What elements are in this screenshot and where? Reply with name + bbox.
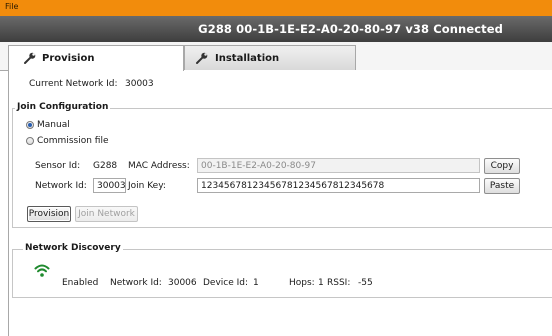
hops-label: Hops: xyxy=(289,278,315,288)
menu-file[interactable]: File xyxy=(5,2,18,11)
device-status-text: G288 00-1B-1E-E2-A0-20-80-97 v38 Connect… xyxy=(198,22,503,36)
rssi-value: -55 xyxy=(358,278,373,288)
join-config-border-bottom xyxy=(12,227,552,228)
network-discovery-border-left xyxy=(12,249,13,297)
mac-address-field[interactable]: 00-1B-1E-E2-A0-20-80-97 xyxy=(197,158,480,173)
current-network-label: Current Network Id: xyxy=(29,79,118,89)
current-network-value: 30003 xyxy=(125,79,154,89)
commission-file-label[interactable]: Commission file xyxy=(37,136,108,146)
paste-button[interactable]: Paste xyxy=(484,178,520,194)
wrench-icon xyxy=(24,52,36,64)
provision-button[interactable]: Provision xyxy=(27,206,71,222)
manual-label[interactable]: Manual xyxy=(37,120,70,130)
discovery-network-id-value: 30006 xyxy=(168,278,197,288)
network-id-label: Network Id: xyxy=(35,181,87,191)
rssi-label: RSSI: xyxy=(327,278,351,288)
wrench-icon xyxy=(196,52,208,64)
device-id-value: 1 xyxy=(253,278,259,288)
menu-bar: File xyxy=(0,0,552,16)
join-key-label: Join Key: xyxy=(128,181,166,191)
network-discovery-border-bottom xyxy=(12,297,552,298)
discovery-network-id-label: Network Id: xyxy=(110,278,162,288)
copy-button[interactable]: Copy xyxy=(484,158,520,174)
network-id-field[interactable]: 30003 xyxy=(93,178,126,193)
network-discovery-title: Network Discovery xyxy=(23,243,123,253)
wifi-icon xyxy=(34,264,50,277)
manual-radio[interactable] xyxy=(26,121,34,129)
tab-installation-label: Installation xyxy=(215,53,280,64)
tab-installation[interactable]: Installation xyxy=(184,45,356,70)
commission-file-radio[interactable] xyxy=(26,137,34,145)
join-key-field[interactable]: 12345678123456781234567812345678 xyxy=(197,178,480,193)
device-status-bar: G288 00-1B-1E-E2-A0-20-80-97 v38 Connect… xyxy=(0,16,552,42)
tab-strip: Provision Installation xyxy=(0,42,552,71)
sensor-id-value: G288 xyxy=(93,161,118,171)
join-config-title: Join Configuration xyxy=(15,102,111,112)
join-config-border-left xyxy=(12,108,13,227)
sensor-id-label: Sensor Id: xyxy=(35,161,81,171)
device-id-label: Device Id: xyxy=(203,278,249,288)
tab-provision-label: Provision xyxy=(42,53,95,64)
tab-provision[interactable]: Provision xyxy=(8,45,184,71)
enabled-label: Enabled xyxy=(62,278,99,288)
mac-address-label: MAC Address: xyxy=(128,161,190,171)
hops-value: 1 xyxy=(318,278,324,288)
join-network-button[interactable]: Join Network xyxy=(75,206,138,222)
provision-panel: Current Network Id: 30003 Join Configura… xyxy=(8,70,552,336)
